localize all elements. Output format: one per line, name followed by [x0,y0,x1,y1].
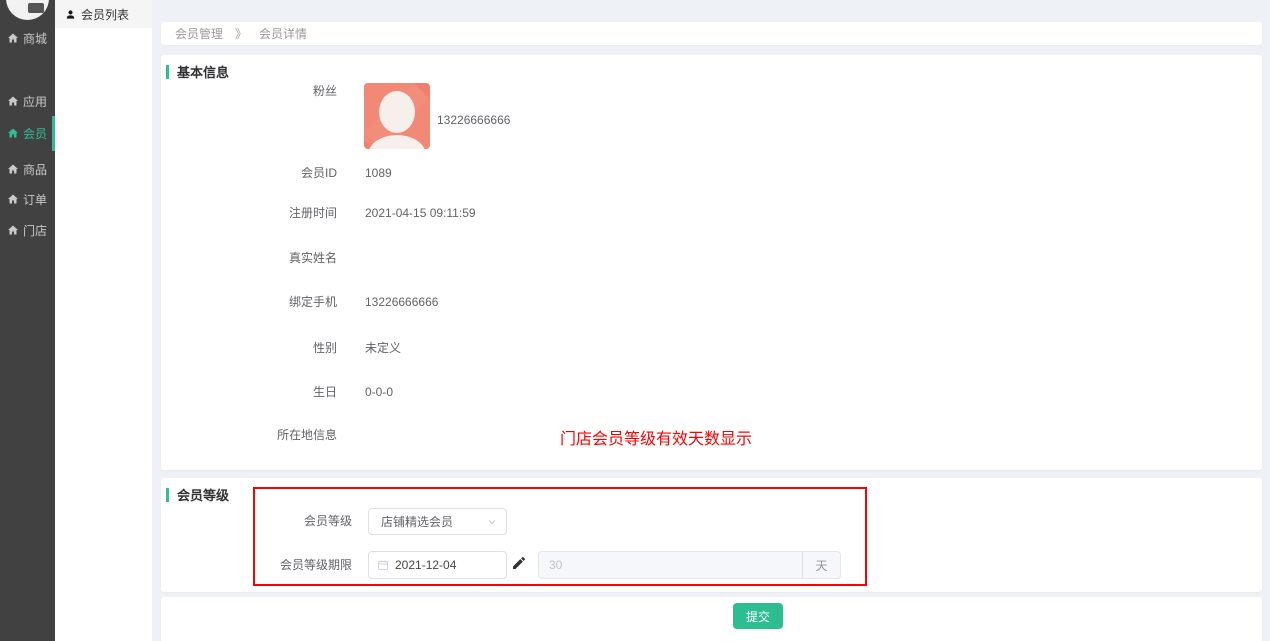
sidebar-item-label: 商品 [23,161,47,178]
valid-days-input[interactable] [539,552,802,578]
gender-label: 性别 [161,338,337,358]
valid-days-input-group: 天 [538,551,841,579]
sidebar-item-label: 商城 [23,30,47,47]
days-unit-label: 天 [802,552,840,578]
real-name-label: 真实姓名 [161,248,337,268]
calendar-icon [377,559,389,571]
level-expiry-date-input[interactable]: 2021-12-04 [368,551,507,579]
member-level-term-label: 会员等级期限 [161,555,352,575]
footer-bar: 提交 [161,597,1262,641]
submenu-item-label: 会员列表 [81,6,129,23]
home-icon [7,32,19,44]
secondary-sidebar: 会员列表 [55,0,152,641]
sidebar-item-label: 会员 [23,125,47,142]
sidebar-item-products[interactable]: 商品 [0,159,55,179]
app-logo-image [28,3,44,13]
chevron-down-icon [486,516,498,528]
register-time-value: 2021-04-15 09:11:59 [365,203,476,223]
breadcrumb-item-member-management[interactable]: 会员管理 [175,25,223,42]
home-icon [7,95,19,107]
section-accent-bar [166,65,169,79]
fan-phone-value: 13226666666 [437,110,510,130]
section-accent-bar [166,488,169,502]
submit-button[interactable]: 提交 [733,603,783,629]
member-level-selected-value: 店铺精选会员 [381,513,486,530]
register-time-label: 注册时间 [161,203,337,223]
home-icon [7,127,19,139]
member-id-label: 会员ID [161,163,337,183]
basic-info-section: 基本信息 粉丝 13226666666 会员ID 1089 注册时间 2021-… [161,55,1262,470]
member-level-header: 会员等级 [166,485,229,504]
birthday-label: 生日 [161,382,337,402]
sidebar-item-label: 门店 [23,222,47,239]
breadcrumb-separator: 》 [235,25,247,42]
member-level-section: 会员等级 会员等级 店铺精选会员 会员等级期限 2021-12-04 天 [161,478,1262,592]
fan-label: 粉丝 [161,81,337,101]
level-expiry-date-value: 2021-12-04 [395,558,456,572]
bound-phone-value: 13226666666 [365,292,438,312]
member-id-value: 1089 [365,163,392,183]
sidebar-item-stores[interactable]: 门店 [0,220,55,240]
member-level-label: 会员等级 [161,511,352,531]
page: 商城 应用 会员 商品 订单 [0,0,1270,641]
location-label: 所在地信息 [161,425,337,445]
breadcrumb-item-member-detail: 会员详情 [259,25,307,42]
home-icon [7,224,19,236]
breadcrumb: 会员管理 》 会员详情 [161,22,1262,45]
sidebar-item-label: 订单 [23,191,47,208]
home-icon [7,163,19,175]
member-level-select[interactable]: 店铺精选会员 [368,508,507,535]
submenu-item-member-list[interactable]: 会员列表 [55,0,152,28]
sidebar-item-apps[interactable]: 应用 [0,91,55,111]
active-nav-indicator [52,116,55,151]
edit-pencil-icon[interactable] [511,555,527,571]
primary-sidebar: 商城 应用 会员 商品 订单 [0,0,55,641]
member-avatar [364,83,430,149]
sidebar-item-label: 应用 [23,93,47,110]
section-title: 会员等级 [177,485,229,504]
basic-info-header: 基本信息 [166,62,229,81]
sidebar-item-members[interactable]: 会员 [0,123,55,143]
home-icon [7,193,19,205]
main-content: 会员管理 》 会员详情 基本信息 粉丝 13226666666 会员ID 108… [152,0,1270,641]
red-annotation-text: 门店会员等级有效天数显示 [560,425,752,449]
birthday-value: 0-0-0 [365,382,393,402]
sidebar-item-mall[interactable]: 商城 [0,28,55,48]
section-title: 基本信息 [177,62,229,81]
app-logo[interactable] [6,0,49,20]
gender-value: 未定义 [365,338,401,358]
bound-phone-label: 绑定手机 [161,292,337,312]
user-icon [65,9,76,20]
sidebar-item-orders[interactable]: 订单 [0,189,55,209]
